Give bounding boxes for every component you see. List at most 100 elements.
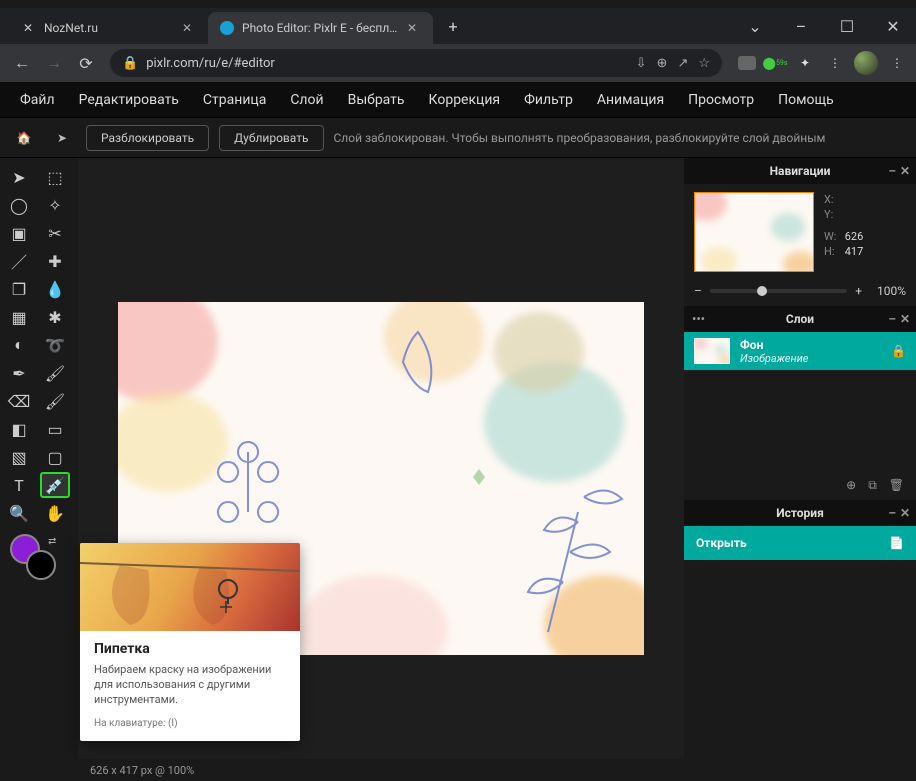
add-layer-icon[interactable]: ⊕ [846,478,856,492]
address-bar[interactable]: 🔒 pixlr.com/ru/e/#editor ⇩ ⊕ ↗ ☆ [110,49,722,77]
star-icon[interactable]: ☆ [698,56,710,71]
tool-scissors[interactable]: ✂ [40,220,70,246]
menu-view[interactable]: Просмотр [688,92,754,108]
menu-file[interactable]: Файл [20,92,55,108]
history-item[interactable]: Открыть 📄 [684,526,916,560]
tool-clone[interactable]: ❐ [4,276,34,302]
tool-spiral[interactable]: ➰ [40,332,70,358]
translate-icon[interactable]: ⊕ [657,56,668,71]
navigator-thumbnail[interactable] [694,192,814,272]
chevron-down-icon[interactable]: ⌄ [732,8,778,44]
layer-type: Изображение [740,352,808,365]
tool-disperse[interactable]: ✱ [40,304,70,330]
tool-gradient[interactable]: ◧ [4,416,34,442]
tool-arrow[interactable]: ➤ [4,164,34,190]
panel-close-icon[interactable]: ✕ [900,506,910,520]
tool-fill[interactable]: ▭ [40,416,70,442]
forward-button[interactable]: → [40,49,68,77]
back-button[interactable]: ← [8,49,36,77]
tool-shape[interactable]: ▧ [4,444,34,470]
tooltip-title: Пипетка [94,641,286,657]
zoom-slider[interactable] [710,289,847,293]
tool-pixelate[interactable]: ▦ [4,304,34,330]
menu-filter[interactable]: Фильтр [524,92,573,108]
panel-title: Навигации [770,164,831,178]
panel-options-icon[interactable]: ••• [692,312,705,326]
layer-row[interactable]: Фон Изображение 🔒 [684,332,916,370]
tab-close-icon[interactable]: ✕ [407,21,421,35]
tooltip-preview-image [80,543,300,631]
maximize-button[interactable]: ☐ [824,8,870,44]
tool-blur-drop[interactable]: 💧 [40,276,70,302]
menu-dots-icon[interactable]: ⋮ [824,52,846,74]
tool-crop[interactable]: ▣ [4,220,34,246]
panel-close-icon[interactable]: ✕ [900,312,910,326]
background-color[interactable] [26,550,56,580]
extensions-icon[interactable]: ✦ [794,52,816,74]
lock-icon[interactable]: 🔒 [891,344,906,358]
tab-title: NozNet.ru [44,21,174,35]
color-swatches[interactable]: ⇄ [4,534,74,584]
extension-2-icon[interactable]: ⬤59s [764,52,786,74]
zoom-in-button[interactable]: + [855,284,862,298]
tab-noznet[interactable]: ✕ NozNet.ru ✕ [8,12,208,44]
tool-zoom[interactable]: 🔍 [4,500,34,526]
window-controls: ⌄ – ☐ ✕ [732,8,916,44]
tool-knife[interactable]: ／ [4,248,34,274]
tab-pixlr[interactable]: Photo Editor: Pixlr E - бесплатны ✕ [208,12,433,44]
tool-frame[interactable]: ▢ [40,444,70,470]
tool-eraser[interactable]: ⌫ [4,388,34,414]
browser-menu-icon[interactable]: ⋮ [886,52,908,74]
tool-pen[interactable]: ✒ [4,360,34,386]
unlock-button[interactable]: Разблокировать [86,125,209,151]
pixlr-icon [220,21,234,35]
tooltip-desc: Набираем краску на изображении для испол… [94,663,286,708]
right-panel-column: Навигации –✕ X: Y: W: 626 H: 417 – [684,158,916,781]
toolbar-message: Слой заблокирован. Чтобы выполнять преоб… [334,131,826,145]
duplicate-button[interactable]: Дублировать [219,125,323,151]
pointer-icon[interactable]: ➤ [48,124,76,152]
menu-select[interactable]: Выбрать [348,92,405,108]
panel-header-layers: ••• Слои –✕ [684,306,916,332]
reload-button[interactable]: ⟳ [72,49,100,77]
tool-hand[interactable]: ✋ [40,500,70,526]
close-window-button[interactable]: ✕ [870,8,916,44]
tool-lasso[interactable]: ◯ [4,192,34,218]
menu-help[interactable]: Помощь [778,92,834,108]
install-icon[interactable]: ⇩ [636,56,647,71]
tool-heal[interactable]: ✚ [40,248,70,274]
navigator-info: X: Y: W: 626 H: 417 [824,192,863,260]
swap-colors-icon[interactable]: ⇄ [48,536,56,547]
minimize-button[interactable]: – [778,8,824,44]
home-icon[interactable]: 🏠 [10,124,38,152]
duplicate-layer-icon[interactable]: ⧉ [868,478,877,493]
panel-close-icon[interactable]: ✕ [900,164,910,178]
new-tab-button[interactable]: + [439,12,467,40]
panel-minimize-icon[interactable]: – [888,312,896,326]
menu-edit[interactable]: Редактировать [79,92,179,108]
delete-layer-icon[interactable]: 🗑 [889,478,904,492]
wrench-icon: ✕ [20,20,36,36]
share-icon[interactable]: ↗ [677,56,688,71]
tool-marquee[interactable]: ⬚ [40,164,70,190]
tool-brush[interactable]: 🖌 [40,360,70,386]
panel-header-history: История –✕ [684,500,916,526]
tool-wand[interactable]: ✧ [40,192,70,218]
panel-minimize-icon[interactable]: – [888,506,896,520]
menu-adjust[interactable]: Коррекция [429,92,501,108]
tool-sponge[interactable]: ◐ [4,332,34,358]
zoom-out-button[interactable]: – [694,284,702,298]
layer-name: Фон [740,338,808,352]
tab-close-icon[interactable]: ✕ [182,21,196,35]
menu-layer[interactable]: Слой [290,92,323,108]
tool-paint[interactable]: 🖌 [40,388,70,414]
menu-page[interactable]: Страница [203,92,266,108]
panel-minimize-icon[interactable]: – [888,164,896,178]
tool-eyedropper[interactable]: 💉 [40,472,70,498]
status-text: 626 x 417 px @ 100% [90,764,194,777]
extension-1-icon[interactable] [738,56,756,70]
profile-avatar[interactable] [854,51,878,75]
tool-text[interactable]: T [4,472,34,498]
menu-animation[interactable]: Анимация [597,92,664,108]
zoom-value: 100% [870,284,906,298]
